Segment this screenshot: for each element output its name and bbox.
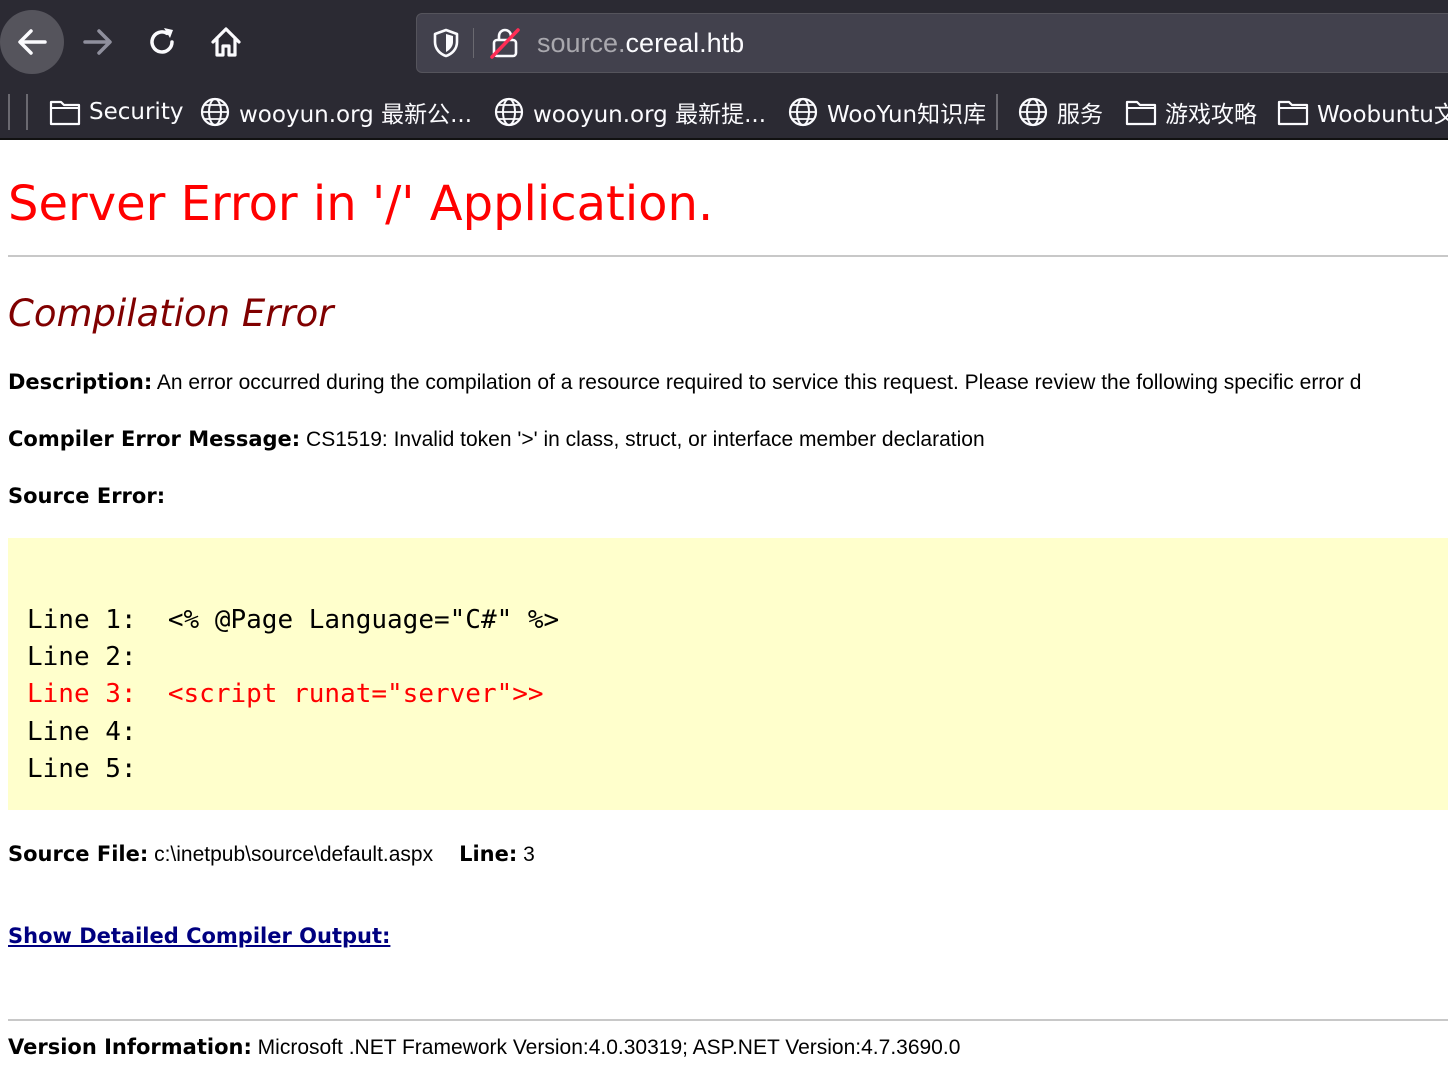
- error-type-heading: Compilation Error: [8, 292, 334, 335]
- arrow-left-icon: [18, 29, 47, 55]
- bookmark-game-guides[interactable]: 游戏攻略: [1124, 92, 1257, 132]
- line-value: 3: [517, 843, 535, 866]
- tracking-protection-shield-icon[interactable]: [431, 27, 461, 59]
- home-icon: [211, 27, 241, 57]
- insecure-lock-icon[interactable]: [489, 26, 521, 60]
- source-error-label: Source Error:: [8, 484, 166, 508]
- bookmark-wooyun-kb[interactable]: WooYun知识库: [786, 92, 986, 132]
- globe-icon: [198, 95, 232, 129]
- source-file-value: c:\inetpub\source\default.aspx: [148, 843, 434, 866]
- browser-chrome: source.cereal.htb Security wooyun.org 最新…: [0, 0, 1448, 140]
- code-line: Line 1: <% @Page Language="C#" %>: [27, 605, 560, 635]
- page-title: Server Error in '/' Application.: [8, 176, 714, 232]
- bookmark-label: wooyun.org 最新公...: [239, 102, 472, 128]
- source-file-row: Source File: c:\inetpub\source\default.a…: [8, 840, 535, 869]
- title-divider: [8, 255, 1448, 257]
- back-button[interactable]: [0, 10, 64, 74]
- bookmark-label: WooYun知识库: [827, 102, 987, 128]
- source-file-label: Source File:: [8, 842, 149, 866]
- line-label: Line:: [459, 842, 518, 866]
- arrow-right-icon: [83, 29, 112, 55]
- bookmark-label: Woobuntu文: [1317, 102, 1448, 128]
- source-code-box: Line 1: <% @Page Language="C#" %> Line 2…: [8, 538, 1448, 810]
- navigation-toolbar: source.cereal.htb: [0, 0, 1448, 84]
- bookmark-label: 游戏攻略: [1165, 102, 1257, 128]
- home-button[interactable]: [194, 10, 258, 74]
- description-row: Description: An error occurred during th…: [8, 368, 1362, 397]
- description-label: Description:: [8, 370, 153, 394]
- bookmark-services[interactable]: 服务: [1016, 92, 1103, 132]
- footer-divider: [8, 1019, 1448, 1021]
- bookmark-woobuntu[interactable]: Woobuntu文: [1276, 92, 1448, 132]
- bookmark-security[interactable]: Security: [48, 92, 183, 132]
- globe-icon: [1016, 95, 1050, 129]
- code-line: Line 2:: [27, 642, 137, 672]
- code-line: Line 4:: [27, 717, 137, 747]
- bookmarks-toolbar: Security wooyun.org 最新公... wooyun.org 最新…: [0, 88, 1448, 134]
- version-info-text: Microsoft .NET Framework Version:4.0.303…: [251, 1036, 961, 1059]
- globe-icon: [786, 95, 820, 129]
- bookmark-label: 服务: [1057, 102, 1103, 128]
- reload-button[interactable]: [130, 10, 194, 74]
- bookmarks-divider: [996, 94, 998, 130]
- version-info-row: Version Information: Microsoft .NET Fram…: [8, 1033, 960, 1062]
- bookmark-wooyun-public[interactable]: wooyun.org 最新公...: [198, 92, 472, 132]
- folder-icon: [48, 95, 82, 129]
- folder-icon: [1124, 95, 1158, 129]
- folder-icon: [1276, 95, 1310, 129]
- version-info-label: Version Information:: [8, 1035, 252, 1059]
- forward-button[interactable]: [66, 10, 130, 74]
- globe-icon: [492, 95, 526, 129]
- source-error-row: Source Error:: [8, 482, 165, 511]
- compiler-message-row: Compiler Error Message: CS1519: Invalid …: [8, 425, 985, 454]
- description-text: An error occurred during the compilation…: [152, 371, 1362, 394]
- bookmark-label: Security: [89, 99, 184, 125]
- bookmark-wooyun-submit[interactable]: wooyun.org 最新提...: [492, 92, 766, 132]
- code-line-error: Line 3: <script runat="server">>: [27, 679, 544, 709]
- url-text[interactable]: source.cereal.htb: [537, 26, 744, 60]
- url-subdomain: source.: [537, 28, 626, 58]
- compiler-message-text: CS1519: Invalid token '>' in class, stru…: [300, 428, 985, 451]
- show-detailed-compiler-output-link[interactable]: Show Detailed Compiler Output:: [8, 924, 390, 948]
- compiler-message-label: Compiler Error Message:: [8, 427, 301, 451]
- code-line: Line 5:: [27, 754, 137, 784]
- bookmarks-divider: [26, 94, 28, 130]
- url-domain: cereal.htb: [625, 28, 745, 58]
- urlbar-separator: [473, 28, 474, 58]
- bookmarks-divider: [8, 94, 10, 130]
- reload-icon: [150, 28, 174, 54]
- bookmark-label: wooyun.org 最新提...: [533, 102, 766, 128]
- address-bar[interactable]: source.cereal.htb: [416, 13, 1448, 73]
